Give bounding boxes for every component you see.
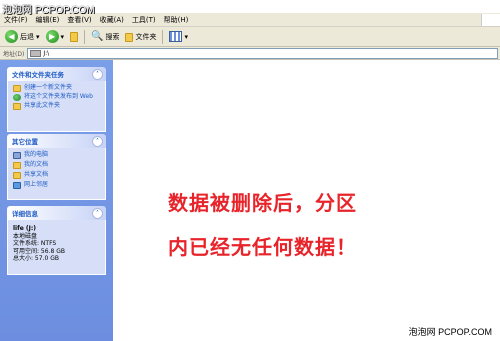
tasks-panel-header[interactable]: 文件和文件夹任务 ˄ (7, 67, 106, 81)
back-arrow-icon: ◀ (5, 30, 18, 43)
tasks-panel-title: 文件和文件夹任务 (12, 71, 64, 79)
views-icon (169, 31, 183, 42)
details-panel: 详细信息 ˄ life (J:) 本地磁盘 文件系统: NTFS 可用空间: 5… (7, 206, 106, 275)
shared-folder-icon (13, 172, 21, 179)
details-panel-body: life (J:) 本地磁盘 文件系统: NTFS 可用空间: 56.8 GB … (7, 220, 106, 275)
address-bar: 地址(D) J:\ (0, 47, 500, 60)
up-folder-icon (70, 32, 79, 42)
message-line-2: 内已经无任何数据！ (168, 235, 357, 259)
forward-arrow-icon: ▶ (45, 30, 59, 43)
task-new-folder-label: 创建一个新文件夹 (24, 84, 73, 91)
task-share-folder-label: 共享此文件夹 (24, 102, 61, 109)
toolbar-separator (162, 29, 164, 44)
drive-type: 本地磁盘 (13, 232, 38, 240)
places-panel-title: 其它位置 (12, 138, 38, 146)
watermark-bottom: 泡泡网 PCPOP.COM (408, 327, 492, 337)
task-publish-web[interactable]: 将这个文件夹发布到 Web (13, 93, 100, 101)
free-space: 可用空间: 56.8 GB (13, 247, 65, 255)
task-new-folder[interactable]: 创建一个新文件夹 (13, 84, 100, 92)
collapse-icon[interactable]: ˄ (92, 208, 103, 219)
new-folder-icon (13, 85, 21, 92)
address-label: 地址(D) (3, 50, 25, 58)
menu-view[interactable]: 查看(V) (63, 15, 95, 25)
collapse-icon[interactable]: ˄ (92, 69, 103, 80)
task-share-folder[interactable]: 共享此文件夹 (13, 102, 100, 110)
place-network[interactable]: 网上邻居 (13, 181, 100, 189)
task-publish-web-label: 将这个文件夹发布到 Web (24, 93, 93, 100)
place-shared-documents[interactable]: 共享文档 (13, 171, 100, 179)
drive-icon (30, 49, 42, 57)
details-panel-title: 详细信息 (12, 210, 38, 218)
network-icon (13, 182, 21, 189)
search-icon: 🔍 (91, 31, 104, 42)
folders-icon (125, 32, 134, 42)
collapse-icon[interactable]: ˄ (92, 136, 103, 147)
places-panel-body: 我的电脑 我的文档 共享文档 网上邻居 (7, 148, 106, 200)
menu-edit[interactable]: 编辑(E) (32, 15, 64, 25)
details-panel-header[interactable]: 详细信息 ˄ (7, 206, 106, 220)
forward-button[interactable]: ▶ ▾ (44, 29, 67, 45)
place-my-computer[interactable]: 我的电脑 (13, 151, 100, 159)
address-input[interactable]: J:\ (27, 47, 498, 59)
share-folder-icon (13, 103, 21, 110)
menu-help[interactable]: 帮助(H) (160, 15, 193, 25)
views-button[interactable]: ▾ (167, 29, 190, 45)
drive-name: life (J:) (13, 225, 36, 232)
total-size: 总大小: 57.0 GB (13, 255, 59, 262)
places-panel: 其它位置 ˄ 我的电脑 我的文档 共享文档 网上邻居 (7, 134, 106, 200)
file-system: 文件系统: NTFS (13, 240, 57, 247)
tasks-panel-body: 创建一个新文件夹 将这个文件夹发布到 Web 共享此文件夹 (7, 81, 106, 132)
place-network-label: 网上邻居 (24, 181, 49, 188)
menu-tools[interactable]: 工具(T) (128, 15, 160, 25)
documents-folder-icon (13, 162, 21, 169)
menu-file[interactable]: 文件(F) (0, 15, 32, 25)
place-shared-documents-label: 共享文档 (24, 171, 49, 178)
address-value: J:\ (43, 49, 50, 57)
search-button[interactable]: 🔍 搜索 (89, 29, 121, 45)
back-label: 后退 (20, 32, 34, 41)
windows-flag-icon (481, 13, 500, 26)
place-my-documents-label: 我的文档 (24, 161, 49, 168)
computer-icon (13, 152, 21, 159)
folders-button[interactable]: 文件夹 (123, 29, 158, 45)
tasks-panel: 文件和文件夹任务 ˄ 创建一个新文件夹 将这个文件夹发布到 Web 共享此文件夹 (7, 67, 106, 132)
chevron-down-icon[interactable]: ▾ (61, 33, 65, 41)
up-folder-button[interactable] (68, 29, 80, 45)
bottom-strip: 泡泡网 PCPOP.COM (113, 324, 500, 341)
globe-icon (13, 94, 21, 101)
menu-favorites[interactable]: 收藏(A) (96, 15, 128, 25)
back-button[interactable]: ◀ 后退 ▾ (3, 29, 42, 45)
place-my-computer-label: 我的电脑 (24, 151, 49, 158)
place-my-documents[interactable]: 我的文档 (13, 161, 100, 169)
file-list-area[interactable]: 数据被删除后，分区 内已经无任何数据！ (113, 60, 500, 324)
message-line-1: 数据被删除后，分区 (168, 191, 357, 215)
folders-label: 文件夹 (135, 32, 157, 41)
toolbar-separator (84, 29, 86, 44)
chevron-down-icon[interactable]: ▾ (36, 33, 40, 41)
search-label: 搜索 (105, 32, 120, 41)
toolbar: ◀ 后退 ▾ ▶ ▾ 🔍 搜索 文件夹 ▾ (0, 27, 500, 47)
watermark-top: 泡泡网 PCPOP.COM (2, 5, 95, 16)
chevron-down-icon[interactable]: ▾ (184, 33, 188, 41)
places-panel-header[interactable]: 其它位置 ˄ (7, 134, 106, 148)
task-pane: 文件和文件夹任务 ˄ 创建一个新文件夹 将这个文件夹发布到 Web 共享此文件夹… (0, 60, 113, 341)
